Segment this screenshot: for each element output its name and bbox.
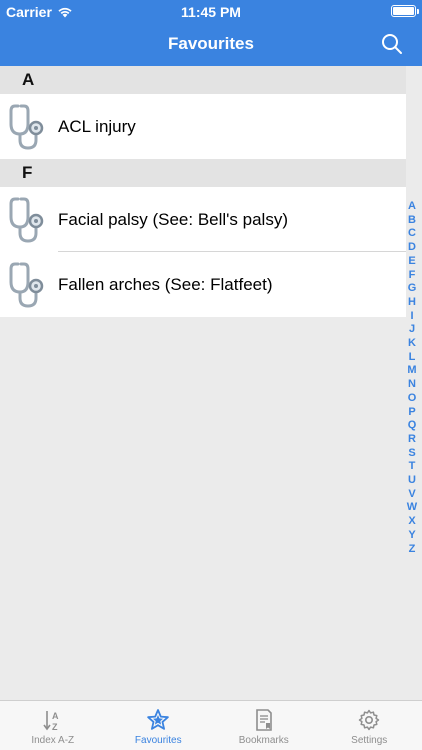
svg-text:A: A xyxy=(52,711,59,721)
index-letter[interactable]: A xyxy=(408,200,416,214)
stethoscope-icon xyxy=(9,197,44,243)
tab-settings[interactable]: Settings xyxy=(317,701,422,750)
index-letter[interactable]: Q xyxy=(408,419,417,433)
index-letter[interactable]: U xyxy=(408,474,416,488)
svg-text:Z: Z xyxy=(52,722,58,732)
index-letter[interactable]: W xyxy=(407,501,417,515)
section-index[interactable]: ABCDEFGHIJKLMNOPQRSTUVWXYZ xyxy=(406,200,418,556)
item-label: Facial palsy (See: Bell's palsy) xyxy=(58,209,288,229)
index-letter[interactable]: L xyxy=(409,351,416,365)
index-letter[interactable]: H xyxy=(408,296,416,310)
index-letter[interactable]: M xyxy=(407,364,416,378)
tab-favourites[interactable]: Favourites xyxy=(106,701,212,750)
index-letter[interactable]: O xyxy=(408,392,417,406)
tab-label: Bookmarks xyxy=(238,735,289,746)
nav-bar: Favourites xyxy=(0,22,422,66)
favourites-list: A ACL injury F Facial palsy (See: Bell's… xyxy=(0,66,406,317)
index-letter[interactable]: J xyxy=(409,323,415,337)
sort-az-icon: A Z xyxy=(43,711,59,732)
status-bar: Carrier 11:45 PM xyxy=(0,0,422,22)
item-label: ACL injury xyxy=(58,116,136,136)
gear-icon xyxy=(359,709,380,731)
tab-label: Settings xyxy=(351,735,388,746)
index-letter[interactable]: C xyxy=(408,227,416,241)
index-letter[interactable]: D xyxy=(408,241,416,255)
index-letter[interactable]: Y xyxy=(408,529,415,543)
index-letter[interactable]: N xyxy=(408,378,416,392)
section-header-f: F xyxy=(0,159,406,187)
index-letter[interactable]: P xyxy=(408,406,415,420)
section-header-a: A xyxy=(0,66,406,94)
stethoscope-icon xyxy=(9,104,44,150)
tab-index-az[interactable]: A Z Index A-Z xyxy=(0,701,106,750)
index-letter[interactable]: T xyxy=(409,460,416,474)
star-icon xyxy=(147,709,170,730)
item-label: Fallen arches (See: Flatfeet) xyxy=(58,274,273,294)
tab-label: Index A-Z xyxy=(31,735,75,746)
list-item[interactable]: Facial palsy (See: Bell's palsy) xyxy=(0,187,406,252)
index-letter[interactable]: R xyxy=(408,433,416,447)
index-letter[interactable]: V xyxy=(408,488,415,502)
search-icon[interactable] xyxy=(380,32,404,56)
status-time: 11:45 PM xyxy=(181,4,241,20)
tab-label: Favourites xyxy=(134,735,182,746)
page-title: Favourites xyxy=(168,34,254,53)
tab-bar: A Z Index A-Z Favourites Bookmarks Setti… xyxy=(0,700,422,750)
index-letter[interactable]: E xyxy=(408,255,415,269)
index-letter[interactable]: G xyxy=(408,282,417,296)
index-letter[interactable]: Z xyxy=(409,543,416,557)
list-item[interactable]: ACL injury xyxy=(0,94,406,159)
index-letter[interactable]: F xyxy=(409,269,416,283)
battery-icon xyxy=(391,5,419,17)
index-letter[interactable]: I xyxy=(410,310,413,324)
index-letter[interactable]: X xyxy=(408,515,415,529)
list-item[interactable]: Fallen arches (See: Flatfeet) xyxy=(0,252,406,317)
stethoscope-icon xyxy=(9,262,44,308)
index-letter[interactable]: K xyxy=(408,337,416,351)
bookmark-doc-icon xyxy=(255,709,272,731)
index-letter[interactable]: B xyxy=(408,214,416,228)
tab-bookmarks[interactable]: Bookmarks xyxy=(211,701,317,750)
index-letter[interactable]: S xyxy=(408,447,415,461)
